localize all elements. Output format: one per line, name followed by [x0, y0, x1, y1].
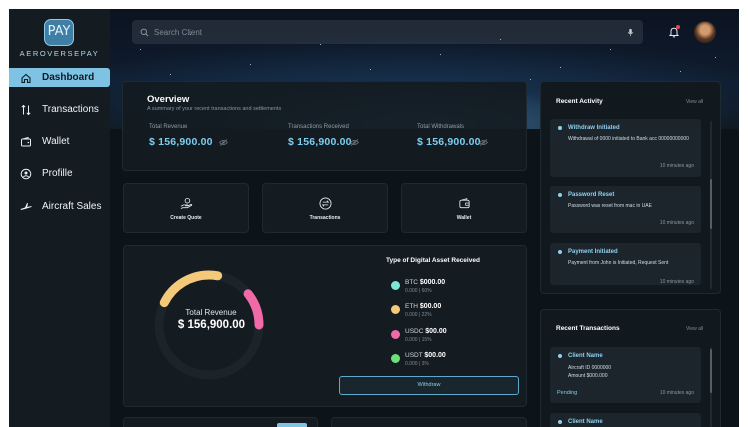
wallet-button[interactable]: Wallet	[401, 183, 527, 233]
asset-sub: 0.000 | 60%	[405, 288, 432, 294]
stat-value: $ 156,900.00	[149, 136, 213, 148]
activity-time: 10 minutes ago	[659, 220, 694, 226]
activity-body: Withdrawal of 0000 initiated to Bank acc…	[568, 136, 689, 142]
sidebar-item-label: Transactions	[42, 104, 99, 115]
sidebar-item-aircraft-sales[interactable]: Aircraft Sales	[9, 197, 110, 216]
activity-time: 10 minutes ago	[659, 279, 694, 285]
activity-item[interactable]: Payment Initiated Payment from John is I…	[550, 243, 701, 285]
logo-text: PAY	[47, 24, 71, 39]
brand-name: AEROVERSEPAY	[19, 49, 100, 58]
transactions-button[interactable]: Transactions	[262, 183, 388, 233]
legend-dot	[391, 354, 400, 363]
hand-coin-icon	[180, 197, 193, 209]
user-circle-icon	[20, 168, 32, 179]
overview-subtitle: A summary of your recent transactions an…	[147, 106, 282, 112]
legend-dot	[391, 281, 400, 290]
overview-title: Overview	[147, 94, 190, 105]
search-bar[interactable]	[132, 20, 643, 44]
bottom-panel-right	[331, 417, 527, 427]
recent-transactions-title: Recent Transactions	[556, 325, 620, 332]
stat-label: Total Withdrawals	[417, 124, 465, 130]
notification-badge	[676, 25, 680, 29]
total-revenue-value: $ 156,900.00	[177, 319, 246, 331]
asset-name: USDT	[405, 352, 423, 359]
transaction-client: Client Name	[568, 419, 603, 425]
home-icon	[21, 73, 31, 83]
stat-label: Total Revenue	[149, 124, 188, 130]
stat-value: $ 156,900.00	[417, 136, 481, 148]
logo: PAY	[44, 19, 74, 46]
view-all-link[interactable]: View all	[686, 99, 703, 105]
search-icon	[140, 28, 149, 36]
activity-time: 10 minutes ago	[659, 163, 694, 169]
exchange-icon	[319, 197, 332, 210]
eye-off-icon[interactable]	[479, 139, 488, 146]
wallet-icon	[459, 198, 470, 209]
activity-item[interactable]: Withdraw Initiated Withdrawal of 0000 in…	[550, 119, 701, 177]
sidebar-item-transactions[interactable]: Transactions	[9, 100, 110, 119]
scrollbar-thumb[interactable]	[710, 179, 712, 229]
transaction-item[interactable]: Client Name	[550, 413, 701, 427]
asset-name: USDC	[405, 328, 424, 335]
sidebar-item-label: Aircraft Sales	[42, 201, 102, 212]
transaction-amount: Amount $000.000	[568, 373, 608, 379]
create-quote-button[interactable]: Create Quote	[123, 183, 249, 233]
transaction-aircraft: Aircraft ID 0000000	[568, 365, 612, 371]
activity-body: Payment from John is Initiated, Request …	[568, 260, 669, 266]
asset-sub: 0.000 | 3%	[405, 361, 429, 367]
recent-activity-title: Recent Activity	[556, 98, 603, 105]
withdraw-button[interactable]: Withdraw	[339, 376, 519, 395]
stat-label: Transactions Received	[288, 124, 349, 130]
asset-amount: $00.00	[419, 303, 442, 310]
activity-body: Password was reset from mac in UAE	[568, 203, 652, 209]
toggle-button[interactable]	[277, 423, 307, 427]
asset-amount: $00.00	[425, 328, 447, 335]
activity-title: Payment Initiated	[568, 249, 618, 255]
stat-value: $ 156,900.00	[288, 136, 352, 148]
asset-sub: 0.000 | 15%	[405, 337, 432, 343]
transaction-client: Client Name	[568, 353, 603, 359]
sidebar-item-label: Wallet	[42, 136, 70, 147]
avatar[interactable]	[694, 21, 716, 43]
action-label: Transactions	[309, 215, 341, 221]
action-label: Wallet	[456, 215, 472, 221]
search-input[interactable]	[154, 27, 626, 37]
scrollbar-thumb[interactable]	[710, 349, 712, 393]
sidebar-item-profile[interactable]: Profille	[9, 164, 110, 183]
assets-title: Type of Digital Asset Received	[386, 257, 480, 264]
asset-name: ETH	[405, 303, 418, 310]
view-all-link[interactable]: View all	[686, 326, 703, 332]
eye-off-icon[interactable]	[219, 139, 228, 146]
action-label: Create Quote	[170, 215, 202, 221]
asset-amount: $000.00	[419, 279, 446, 286]
sidebar: PAY AEROVERSEPAY Dashboard Transactions …	[9, 9, 110, 427]
status-badge: Pending	[557, 390, 578, 396]
wallet-icon	[21, 136, 31, 146]
asset-name: BTC	[405, 279, 418, 286]
asset-amount: $00.00	[424, 352, 446, 359]
airplane-icon	[20, 202, 32, 210]
sidebar-item-label: Dashboard	[42, 72, 95, 83]
legend-dot	[391, 305, 400, 314]
sidebar-item-dashboard[interactable]: Dashboard	[9, 68, 110, 87]
activity-item[interactable]: Password Reset Password was reset from m…	[550, 186, 701, 233]
legend-dot	[391, 330, 400, 339]
activity-title: Password Reset	[568, 192, 615, 198]
sidebar-item-wallet[interactable]: Wallet	[9, 132, 110, 151]
sidebar-item-label: Profille	[42, 168, 73, 179]
eye-off-icon[interactable]	[350, 139, 359, 146]
arrows-updown-icon	[21, 104, 31, 115]
asset-sub: 0.000 | 22%	[405, 312, 432, 318]
total-revenue-label: Total Revenue	[185, 308, 237, 317]
transaction-time: 10 minutes ago	[659, 390, 694, 396]
activity-title: Withdraw Initiated	[568, 125, 620, 131]
microphone-icon[interactable]	[626, 28, 635, 37]
app-frame: PAY AEROVERSEPAY Dashboard Transactions …	[9, 9, 739, 427]
